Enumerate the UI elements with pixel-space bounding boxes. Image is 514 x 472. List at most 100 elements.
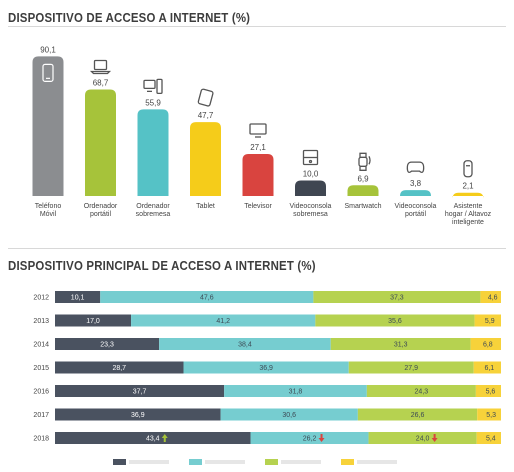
segment-label: 6,1 — [484, 365, 494, 372]
bar-segment — [100, 291, 314, 303]
segment-label: 5,4 — [486, 436, 496, 443]
year-label: 2012 — [33, 295, 49, 302]
television-icon — [249, 123, 267, 138]
bar-segment — [480, 291, 501, 303]
segment-label: 5,6 — [486, 389, 496, 396]
segment-label: 36,9 — [259, 365, 273, 372]
gamepad-icon — [406, 161, 425, 174]
legend-swatch — [341, 459, 354, 465]
legend-swatch — [113, 459, 126, 465]
bar-segment — [313, 291, 481, 303]
bar-segment — [357, 408, 478, 421]
year-label: 2015 — [33, 365, 49, 372]
category-label: portátil — [405, 211, 426, 218]
bar-segment — [55, 291, 101, 303]
bar-segment — [476, 432, 501, 444]
laptop-icon — [89, 59, 112, 75]
tablet-icon — [197, 88, 214, 107]
category-label: Ordenador — [136, 203, 170, 210]
segment-label: 31,3 — [394, 342, 408, 349]
bar-segment — [55, 408, 221, 421]
legend-label — [281, 460, 321, 464]
category-label: hogar / Altavoz — [445, 211, 492, 218]
data-label: 90,1 — [40, 45, 56, 54]
bar-segment — [474, 314, 501, 327]
year-label: 2017 — [33, 412, 49, 419]
bar-segment — [55, 432, 251, 444]
desktop-computer-icon — [143, 78, 163, 95]
data-label: 2,1 — [462, 182, 474, 191]
arrow-down-icon — [318, 434, 325, 442]
bar-segment — [183, 361, 349, 374]
bar-segment — [348, 361, 474, 374]
segment-label: 37,7 — [133, 389, 147, 396]
bar — [452, 192, 484, 199]
segment-label: 36,9 — [131, 412, 145, 419]
bar-segment — [368, 432, 477, 444]
data-label: 27,1 — [250, 143, 266, 152]
category-label: Teléfono — [35, 203, 62, 210]
segment-label: 30,6 — [282, 412, 296, 419]
segment-label: 4,6 — [488, 295, 498, 302]
bar-segment — [475, 385, 501, 397]
segment-label: 10,1 — [71, 295, 85, 302]
segment-label: 5,9 — [485, 318, 495, 325]
bar-segment — [473, 361, 501, 374]
category-label: portátil — [90, 211, 111, 218]
segment-label: 28,7 — [112, 365, 126, 372]
legend-label — [205, 460, 245, 464]
segment-label: 47,6 — [200, 295, 214, 302]
category-label: Smartwatch — [345, 203, 382, 210]
bar — [242, 153, 274, 196]
segment-label: 43,4 — [146, 436, 160, 443]
bar-segment — [470, 338, 501, 350]
year-label: 2016 — [33, 389, 49, 396]
legend-label — [129, 460, 169, 464]
device-access-bar-chart: 90,1TeléfonoMóvil68,7Ordenadorportátil55… — [32, 45, 492, 226]
year-label: 2014 — [33, 342, 49, 349]
category-label: inteligente — [452, 219, 484, 226]
bar-segment — [330, 338, 471, 350]
segment-label: 24,0 — [416, 436, 430, 443]
data-label: 6,9 — [357, 174, 369, 183]
arrow-down-icon — [431, 434, 438, 442]
segment-label: 38,4 — [238, 342, 252, 349]
chart2-title: DISPOSITIVO PRINCIPAL DE ACCESO A INTERN… — [8, 258, 316, 273]
year-label: 2013 — [33, 318, 49, 325]
segment-label: 41,2 — [216, 318, 230, 325]
category-label: sobremesa — [136, 211, 171, 218]
game-console-icon — [302, 149, 319, 166]
bar — [32, 56, 64, 196]
bar — [347, 185, 379, 196]
segment-label: 5,3 — [486, 412, 496, 419]
data-label: 68,7 — [93, 79, 109, 88]
year-label: 2018 — [33, 436, 49, 443]
bar — [400, 190, 431, 197]
bar-segment — [55, 361, 184, 374]
smart-speaker-icon — [463, 160, 473, 178]
bar-segment — [159, 338, 331, 350]
segment-label: 17,0 — [86, 318, 100, 325]
legend-swatch — [265, 459, 278, 465]
bar-segment — [220, 408, 358, 421]
category-label: Tablet — [196, 203, 215, 210]
segment-label: 23,3 — [100, 342, 114, 349]
bar-segment — [366, 385, 476, 397]
segment-label: 27,9 — [404, 365, 418, 372]
segment-label: 6,8 — [483, 342, 493, 349]
legend-label — [357, 460, 397, 464]
category-label: Ordenador — [84, 203, 118, 210]
bar — [137, 109, 169, 196]
smartwatch-icon — [358, 152, 371, 171]
bar-segment — [55, 314, 132, 327]
segment-label: 35,6 — [388, 318, 402, 325]
bar — [295, 180, 326, 196]
bar-segment — [477, 408, 501, 421]
segment-label: 24,3 — [415, 389, 429, 396]
bar-segment — [315, 314, 475, 327]
segment-label: 26,6 — [411, 412, 425, 419]
data-label: 3,8 — [410, 179, 422, 188]
category-label: Móvil — [40, 211, 57, 218]
segment-label: 31,8 — [289, 389, 303, 396]
bar — [190, 122, 221, 196]
